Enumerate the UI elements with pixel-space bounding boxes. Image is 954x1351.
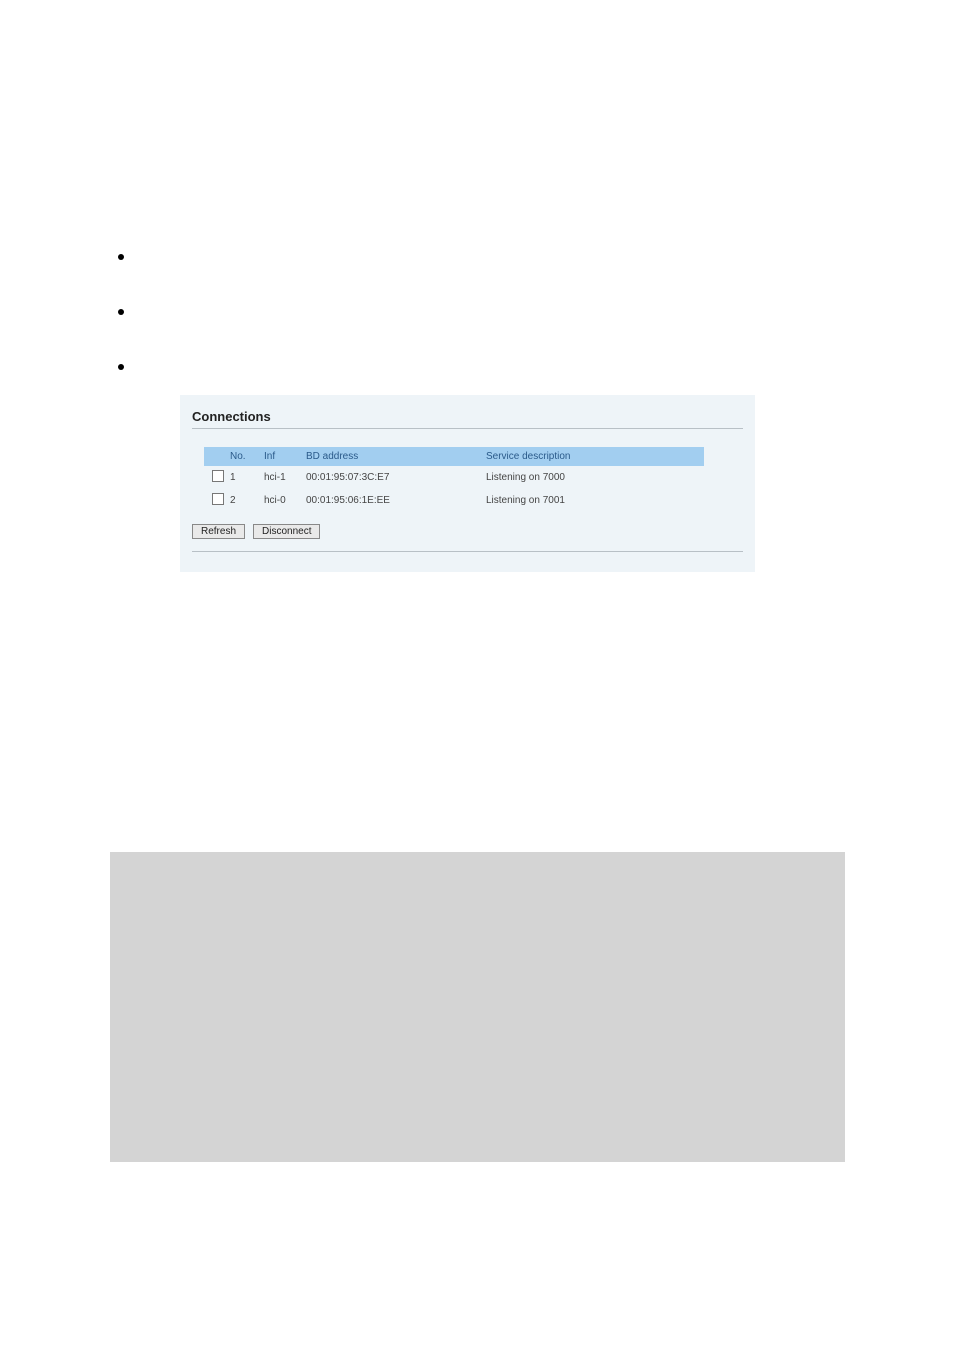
bullet-item (110, 340, 844, 350)
cell-sd: Listening on 7000 (486, 472, 704, 483)
table-row: 2 hci-0 00:01:95:06:1E:EE Listening on 7… (204, 489, 704, 512)
cell-sd: Listening on 7001 (486, 495, 704, 506)
row-checkbox[interactable] (212, 493, 224, 505)
divider (192, 428, 743, 429)
connections-panel: Connections No. Inf BD address Service d… (180, 395, 755, 572)
cell-inf: hci-0 (264, 495, 306, 506)
bullet-item (110, 285, 844, 295)
bullet-item (110, 230, 844, 240)
col-sd: Service description (486, 451, 704, 462)
button-row: Refresh Disconnect (192, 524, 743, 539)
row-checkbox[interactable] (212, 470, 224, 482)
cell-no: 1 (228, 472, 264, 483)
disconnect-button[interactable]: Disconnect (253, 524, 320, 539)
bullet-list (110, 230, 844, 350)
placeholder-block (110, 852, 845, 1162)
cell-bd: 00:01:95:06:1E:EE (306, 495, 486, 506)
col-inf: Inf (264, 451, 306, 462)
table-header: No. Inf BD address Service description (204, 447, 704, 466)
cell-inf: hci-1 (264, 472, 306, 483)
refresh-button[interactable]: Refresh (192, 524, 245, 539)
connections-table: No. Inf BD address Service description 1… (204, 447, 704, 512)
table-row: 1 hci-1 00:01:95:07:3C:E7 Listening on 7… (204, 466, 704, 489)
col-bd: BD address (306, 451, 486, 462)
cell-bd: 00:01:95:07:3C:E7 (306, 472, 486, 483)
divider (192, 551, 743, 552)
panel-title: Connections (192, 409, 743, 424)
cell-no: 2 (228, 495, 264, 506)
col-no: No. (228, 451, 264, 462)
